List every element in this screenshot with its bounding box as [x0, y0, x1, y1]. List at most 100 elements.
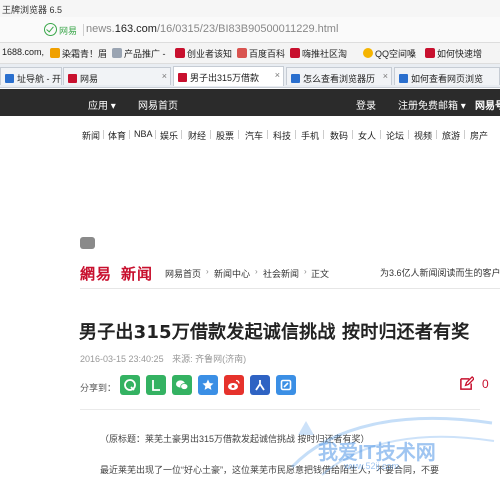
tab-netease-home[interactable]: 网易 ×: [63, 67, 171, 85]
tab-label: 怎么查看浏览器历: [303, 74, 376, 84]
comment-edit-icon[interactable]: [459, 376, 474, 391]
favorite-label: 如何快速增: [437, 49, 483, 59]
source-label: 来源:: [172, 354, 193, 364]
favorite-item[interactable]: 如何快速增: [425, 47, 482, 60]
share-l-button[interactable]: [146, 375, 166, 395]
url-input[interactable]: news.163.com/16/0315/23/BI83B90500011229…: [86, 23, 338, 35]
url-domain: 163.com: [114, 23, 157, 35]
channel-link[interactable]: 女人: [358, 129, 376, 142]
favorite-label: 产品推广 -: [124, 49, 166, 59]
favorite-icon: [175, 48, 185, 58]
share-link-button[interactable]: [276, 375, 296, 395]
share-wechat-button[interactable]: [172, 375, 192, 395]
news-logo[interactable]: 新闻: [121, 263, 153, 284]
netease-icon: [68, 74, 77, 83]
channel-link[interactable]: 手机: [301, 129, 319, 142]
breadcrumb-news-center[interactable]: 新闻中心: [214, 267, 250, 280]
renren-icon: [255, 380, 265, 391]
favorite-item[interactable]: QQ空间嗓: [363, 47, 416, 60]
favorite-item[interactable]: 产品推广 -: [112, 47, 166, 60]
tab-label: 网易: [80, 74, 99, 84]
tab-navigation[interactable]: 址导航 - 开: [0, 67, 62, 85]
channel-divider: [103, 130, 104, 139]
l-icon: [152, 380, 160, 391]
tab-close-icon[interactable]: ×: [383, 71, 388, 81]
favorite-label: QQ空间嗓: [375, 49, 417, 59]
apps-menu[interactable]: 应用 ▾: [88, 97, 116, 112]
favorite-icon: [50, 48, 60, 58]
channel-link[interactable]: 新闻: [82, 129, 100, 142]
netease-logo[interactable]: 網易: [80, 263, 112, 284]
channel-link[interactable]: 体育: [108, 129, 126, 142]
channel-link[interactable]: 论坛: [386, 129, 404, 142]
breadcrumb-home[interactable]: 网易首页: [165, 267, 201, 280]
breadcrumb-society[interactable]: 社会新闻: [263, 267, 299, 280]
security-shield-icon[interactable]: [44, 23, 57, 36]
app-promo-link[interactable]: 为3.6亿人新闻阅读而生的客户端: [380, 266, 500, 279]
channel-link[interactable]: 视频: [414, 129, 432, 142]
favorite-label: 百度百科: [249, 49, 286, 59]
login-link[interactable]: 登录: [356, 97, 376, 112]
channel-link[interactable]: NBA: [134, 129, 153, 139]
tab-article[interactable]: 男子出315万借款 ×: [173, 66, 284, 86]
tab-label: 址导航 - 开: [17, 74, 61, 84]
channel-divider: [267, 130, 268, 139]
favorite-icon: [363, 48, 373, 58]
netease-icon: [178, 73, 187, 82]
article-source-link[interactable]: 齐鲁网(济南): [195, 354, 246, 364]
share-qzone-button[interactable]: [120, 375, 140, 395]
channel-link[interactable]: 娱乐: [160, 129, 178, 142]
register-mail-link[interactable]: 注册免费邮箱 ▾: [398, 97, 466, 112]
favorite-label: 创业者该知: [187, 49, 233, 59]
qzone-icon: [124, 379, 136, 391]
channel-divider: [181, 130, 182, 139]
favorite-item[interactable]: 嗨推社区淘: [290, 47, 347, 60]
channel-link[interactable]: 房产: [470, 129, 488, 142]
channel-link[interactable]: 汽车: [245, 129, 263, 142]
netease-account-link[interactable]: 网易号: [475, 97, 500, 112]
ad-mark-icon[interactable]: [80, 237, 95, 249]
tab-close-icon[interactable]: ×: [275, 70, 280, 80]
channel-divider: [464, 130, 465, 139]
breadcrumb-arrow-icon: ›: [206, 267, 209, 276]
comment-count[interactable]: 0: [482, 377, 489, 391]
channel-divider: [238, 130, 239, 139]
channel-link[interactable]: 股票: [216, 129, 234, 142]
star-icon: [202, 379, 214, 390]
favorite-item[interactable]: 1688.com,: [2, 47, 44, 57]
channel-link[interactable]: 科技: [273, 129, 291, 142]
header-divider: [80, 288, 500, 289]
share-label: 分享到：: [80, 383, 117, 393]
favorite-icon: [425, 48, 435, 58]
channel-divider: [436, 130, 437, 139]
favorite-item[interactable]: 百度百科: [237, 47, 285, 60]
weibo-icon: [228, 379, 240, 390]
channel-divider: [408, 130, 409, 139]
link-icon: [280, 379, 292, 391]
url-path: /16/0315/23/BI83B90500011229.html: [156, 23, 339, 35]
browser-title: 王牌浏览器 6.5: [2, 5, 63, 15]
favorite-label: 1688.com,: [2, 47, 45, 57]
share-renren-button[interactable]: [250, 375, 270, 395]
share-favorite-button[interactable]: [198, 375, 218, 395]
favorite-item[interactable]: 创业者该知: [175, 47, 232, 60]
share-weibo-button[interactable]: [224, 375, 244, 395]
favorite-label: 染霜青！眉: [62, 49, 108, 59]
watermark-url: www.52ij.com: [344, 461, 400, 471]
channel-divider: [210, 130, 211, 139]
favorite-icon: [290, 48, 300, 58]
tab-close-icon[interactable]: ×: [162, 71, 167, 81]
article-title: 男子出315万借款发起诚信挑战 按时归还者有奖: [79, 322, 470, 343]
page-icon: [399, 74, 408, 83]
url-prefix: news.: [86, 23, 115, 35]
tab-view-history[interactable]: 如何查看网页浏览: [394, 67, 500, 85]
tab-label: 男子出315万借款: [190, 73, 260, 83]
channel-link[interactable]: 旅游: [442, 129, 460, 142]
tab-history-howto[interactable]: 怎么查看浏览器历 ×: [286, 67, 392, 85]
channel-link[interactable]: 数码: [330, 129, 348, 142]
channel-divider: [380, 130, 381, 139]
channel-link[interactable]: 财经: [188, 129, 206, 142]
ad-banner-area: [80, 150, 500, 250]
netease-home-link[interactable]: 网易首页: [138, 97, 178, 112]
favorite-item[interactable]: 染霜青！眉: [50, 47, 107, 60]
